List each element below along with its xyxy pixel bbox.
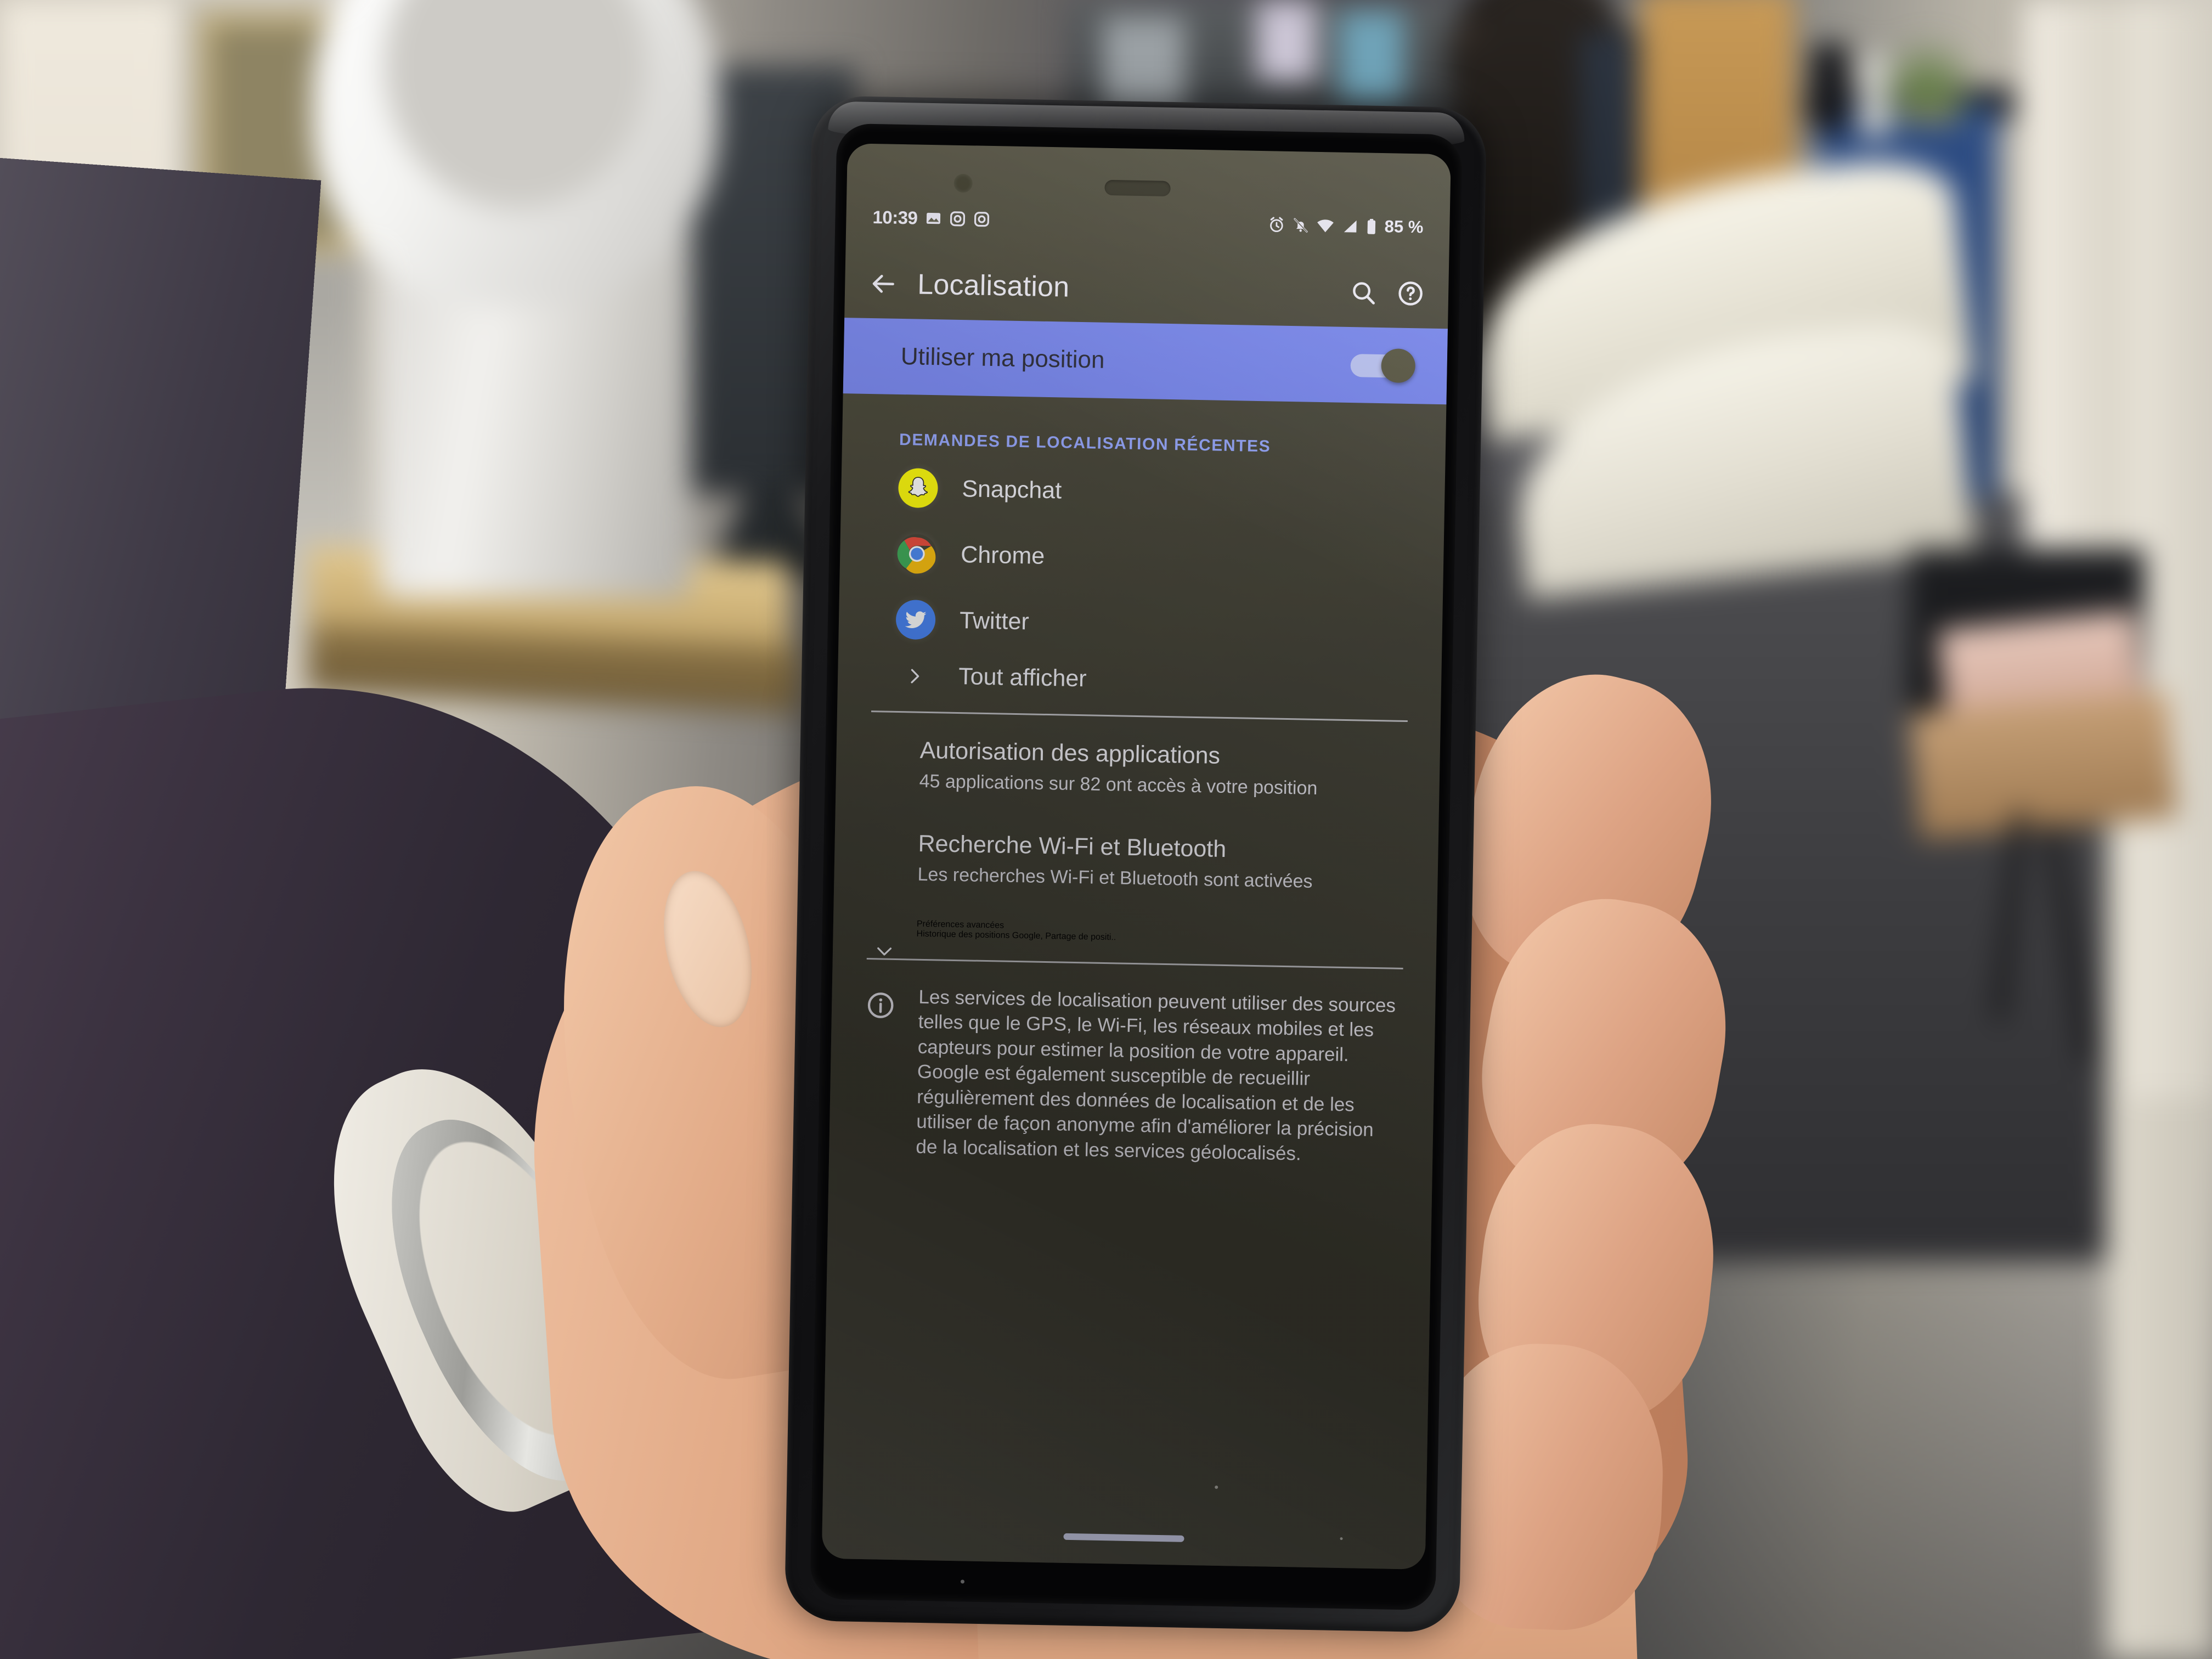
use-location-switch[interactable] — [1350, 348, 1416, 383]
status-bar: 10:39 85 % — [846, 201, 1450, 244]
back-arrow-icon[interactable] — [869, 269, 898, 298]
status-bar-right: 85 % — [1268, 215, 1424, 237]
alarm-icon — [1268, 216, 1285, 234]
dust-speck — [1215, 1485, 1218, 1489]
bottle — [1810, 44, 1849, 132]
snapchat-icon — [898, 467, 939, 509]
battery-icon — [1365, 218, 1378, 235]
wifi-bluetooth-title: Recherche Wi-Fi et Bluetooth — [918, 830, 1227, 862]
app-permissions-title: Autorisation des applications — [919, 737, 1221, 769]
list-item[interactable]: Snapchat — [840, 454, 1445, 531]
status-bar-left: 10:39 — [872, 207, 990, 230]
notifications-muted-icon — [1292, 217, 1310, 234]
battery-percentage: 85 % — [1384, 217, 1424, 237]
search-icon[interactable] — [1350, 279, 1378, 307]
app-name: Snapchat — [962, 475, 1062, 504]
phone-screen: 10:39 85 % Localisation Utiliser ma posi… — [821, 143, 1451, 1570]
wifi-bluetooth-subtitle: Les recherches Wi-Fi et Bluetooth sont a… — [917, 864, 1313, 893]
wifi-icon — [1316, 216, 1335, 235]
list-item[interactable]: Twitter — [838, 585, 1443, 662]
use-location-label: Utiliser ma position — [900, 343, 1105, 374]
instagram-icon — [973, 211, 990, 228]
location-info-footer: Les services de localisation peuvent uti… — [829, 964, 1436, 1169]
show-all-label: Tout afficher — [958, 663, 1087, 692]
instagram-icon — [949, 211, 966, 228]
app-bar: Localisation — [844, 247, 1449, 330]
shelf-object — [1256, 0, 1317, 82]
dust-speck — [1340, 1537, 1343, 1541]
use-location-toggle-row[interactable]: Utiliser ma position — [843, 318, 1448, 405]
page-title: Localisation — [917, 268, 1070, 303]
help-circle-icon[interactable] — [1397, 280, 1425, 308]
chrome-icon — [897, 534, 937, 574]
recent-requests-header: DEMANDES DE LOCALISATION RÉCENTES — [899, 430, 1271, 456]
switch-knob — [1381, 348, 1416, 383]
settings-content: DEMANDES DE LOCALISATION RÉCENTES Snapch… — [822, 393, 1447, 1570]
status-bar-clock: 10:39 — [872, 207, 918, 228]
app-name: Twitter — [959, 607, 1030, 635]
app-permissions-subtitle: 45 applications sur 82 ont accès à votre… — [919, 771, 1318, 799]
front-camera — [953, 173, 973, 193]
twitter-icon — [895, 599, 936, 640]
location-info-text: Les services de localisation peuvent uti… — [916, 986, 1396, 1165]
chevron-right-icon — [895, 663, 935, 688]
app-name: Chrome — [960, 541, 1045, 569]
wooden-box — [1909, 691, 2178, 840]
cell-signal-icon — [1341, 217, 1359, 235]
shelf-object — [1103, 16, 1185, 115]
photo-scene: 10:39 85 % Localisation Utiliser ma posi… — [0, 0, 2212, 1659]
list-item[interactable]: Chrome — [839, 520, 1444, 596]
show-all-row[interactable]: Tout afficher — [837, 651, 1442, 715]
info-circle-icon — [863, 984, 897, 1159]
app-permissions-row[interactable]: Autorisation des applications 45 applica… — [836, 717, 1441, 821]
smartphone: 10:39 85 % Localisation Utiliser ma posi… — [784, 95, 1487, 1633]
plant — [1882, 27, 1975, 115]
image-icon — [925, 210, 942, 227]
advanced-preferences-row[interactable]: Préférences avancées Historique des posi… — [833, 904, 1437, 963]
earpiece-speaker — [1104, 179, 1171, 196]
chevron-down-icon — [872, 941, 897, 963]
shelf-object — [1339, 11, 1404, 104]
dust-speck — [960, 1579, 965, 1584]
wifi-bluetooth-scanning-row[interactable]: Recherche Wi-Fi et Bluetooth Les recherc… — [834, 810, 1439, 915]
